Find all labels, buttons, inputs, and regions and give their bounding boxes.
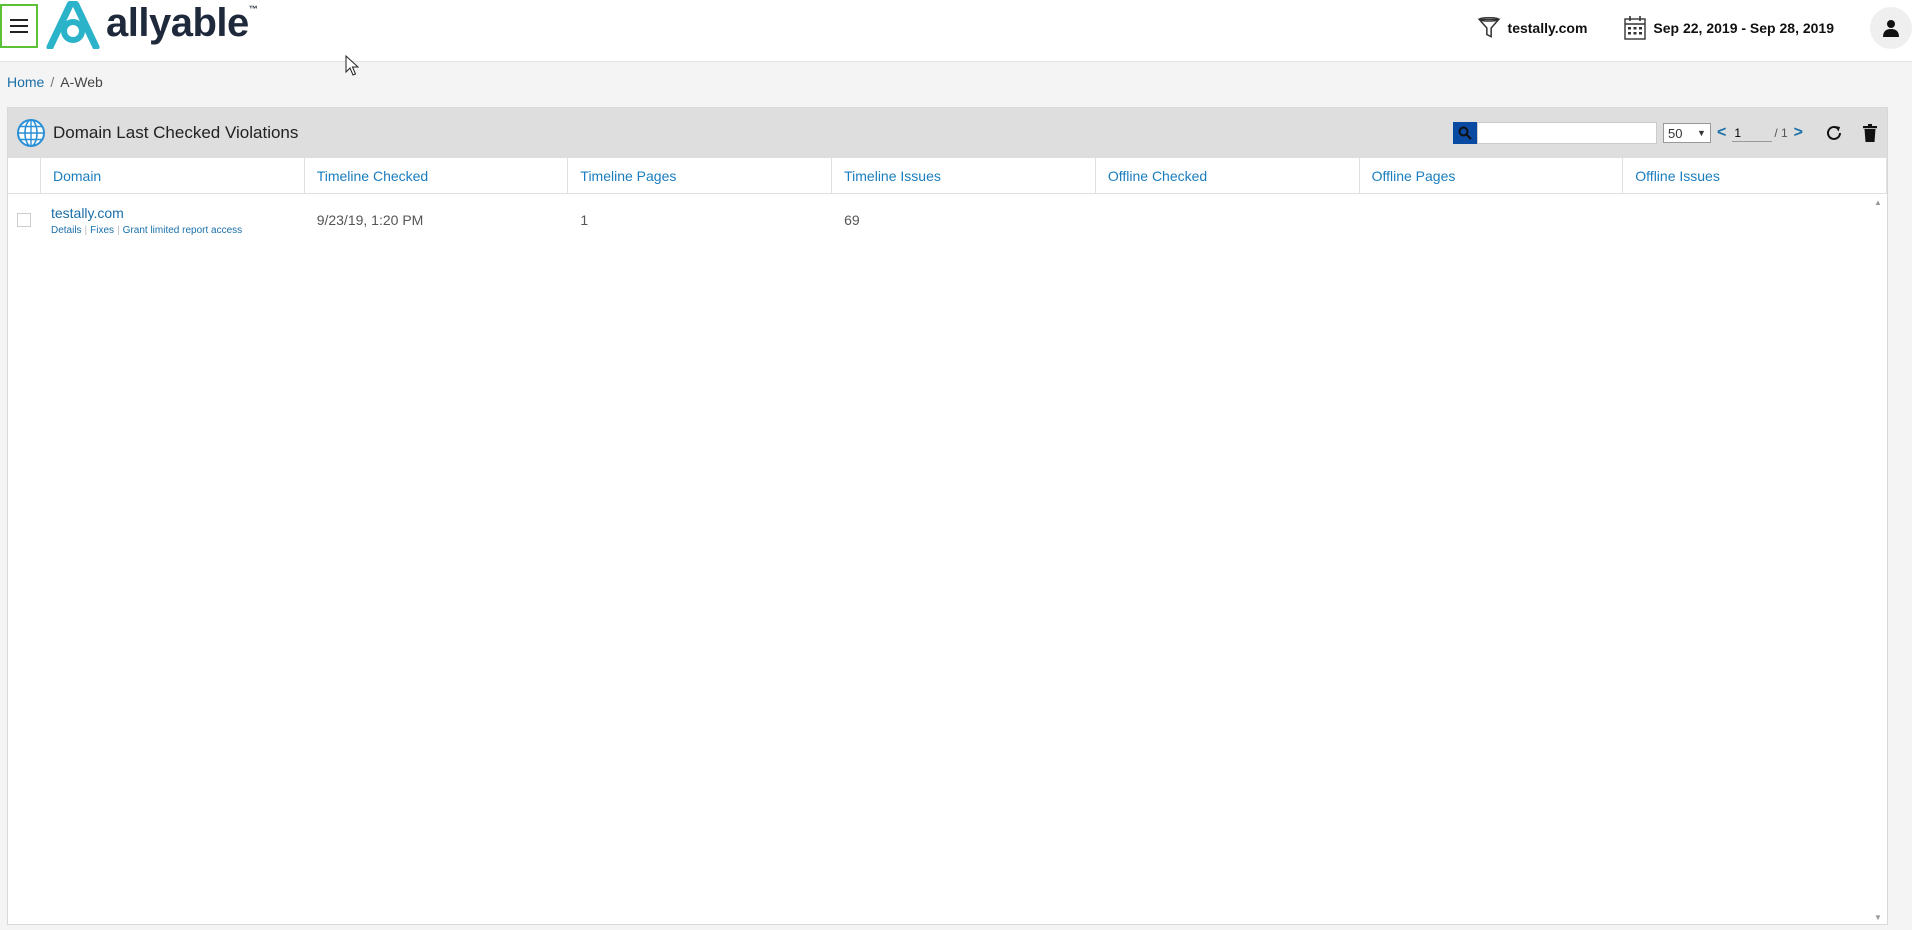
- vertical-scrollbar[interactable]: ▲ ▼: [1871, 194, 1887, 924]
- table-header-row: Domain Timeline Checked Timeline Pages T…: [8, 158, 1887, 194]
- column-header-timeline-issues[interactable]: Timeline Issues: [832, 158, 1096, 193]
- column-header-timeline-pages[interactable]: Timeline Pages: [568, 158, 833, 193]
- breadcrumb-current: A-Web: [60, 74, 103, 90]
- panel-title: Domain Last Checked Violations: [53, 123, 299, 142]
- top-header: allyable ™ testally.com Sep 22, 2019 - S…: [0, 0, 1912, 62]
- link-divider: |: [84, 224, 88, 236]
- chevron-down-icon: ▼: [1697, 128, 1706, 138]
- offline-pages-cell: [1360, 194, 1624, 246]
- select-column-header: [8, 158, 41, 193]
- row-select-cell: [8, 194, 41, 246]
- date-range-picker[interactable]: Sep 22, 2019 - Sep 28, 2019: [1623, 15, 1834, 41]
- date-range-label: Sep 22, 2019 - Sep 28, 2019: [1653, 20, 1834, 36]
- per-page-value: 50: [1667, 125, 1683, 141]
- domain-link[interactable]: testally.com: [51, 205, 124, 221]
- panel-toolbar: 50 ▼ < / 1 >: [1452, 121, 1887, 145]
- allyable-logo[interactable]: allyable ™: [44, 0, 258, 50]
- violations-panel: Domain Last Checked Violations 50 ▼ < / …: [7, 107, 1888, 925]
- funnel-icon: [1477, 16, 1500, 38]
- link-divider: |: [117, 224, 120, 236]
- scroll-down-arrow-icon[interactable]: ▼: [1874, 913, 1882, 922]
- refresh-icon: [1827, 125, 1841, 140]
- domain-filter[interactable]: testally.com: [1476, 15, 1588, 41]
- logo-text: allyable: [106, 1, 249, 45]
- table-row: testally.com Details | Fixes | Grant lim…: [8, 194, 1887, 246]
- column-header-offline-checked[interactable]: Offline Checked: [1096, 158, 1360, 193]
- page-number-input[interactable]: [1732, 124, 1773, 142]
- globe-icon: [17, 119, 45, 147]
- breadcrumb-separator: /: [50, 74, 55, 90]
- scroll-up-arrow-icon[interactable]: ▲: [1874, 198, 1882, 207]
- column-header-offline-issues[interactable]: Offline Issues: [1623, 158, 1887, 193]
- search-input[interactable]: [1476, 122, 1657, 144]
- details-link[interactable]: Details: [51, 225, 82, 236]
- hamburger-menu-button[interactable]: [0, 4, 38, 48]
- panel-header: Domain Last Checked Violations 50 ▼ < / …: [8, 108, 1887, 158]
- grant-access-link[interactable]: Grant limited report access: [123, 225, 243, 236]
- prev-page-button[interactable]: <: [1717, 124, 1726, 142]
- search-button[interactable]: [1452, 122, 1477, 144]
- offline-checked-cell: [1096, 194, 1360, 246]
- delete-button[interactable]: [1863, 124, 1877, 142]
- search-icon: [1458, 126, 1472, 140]
- timeline-checked-cell: 9/23/19, 1:20 PM: [316, 212, 424, 228]
- row-checkbox[interactable]: [17, 213, 32, 227]
- column-header-offline-pages[interactable]: Offline Pages: [1360, 158, 1624, 193]
- trash-icon: [1863, 124, 1877, 142]
- column-header-timeline-checked[interactable]: Timeline Checked: [305, 158, 569, 193]
- domain-filter-label: testally.com: [1507, 20, 1588, 36]
- header-right-controls: testally.com Sep 22, 2019 - Sep 28, 2019: [1476, 0, 1912, 56]
- column-header-domain[interactable]: Domain: [41, 158, 305, 193]
- calendar-icon: [1624, 16, 1647, 40]
- user-account-button[interactable]: [1870, 7, 1912, 49]
- user-icon: [1883, 20, 1899, 37]
- mouse-cursor-icon: [345, 55, 359, 76]
- logo-trademark: ™: [248, 4, 258, 14]
- domain-cell: testally.com Details | Fixes | Grant lim…: [41, 194, 305, 246]
- menu-icon-line: [10, 31, 28, 33]
- refresh-button[interactable]: [1825, 124, 1843, 142]
- offline-issues-cell: [1623, 194, 1887, 246]
- breadcrumb: Home / A-Web: [7, 74, 103, 90]
- menu-icon-line: [10, 25, 28, 27]
- logo-mark-icon: [46, 1, 100, 49]
- breadcrumb-home-link[interactable]: Home: [7, 74, 44, 90]
- row-action-links: Details | Fixes | Grant limited report a…: [51, 225, 242, 236]
- page-total: / 1: [1774, 126, 1788, 140]
- fixes-link[interactable]: Fixes: [90, 225, 114, 236]
- per-page-select[interactable]: 50 ▼: [1662, 123, 1711, 143]
- next-page-button[interactable]: >: [1794, 124, 1803, 142]
- menu-icon-line: [10, 19, 28, 21]
- timeline-pages-cell: 1: [580, 212, 589, 228]
- timeline-issues-cell: 69: [844, 212, 860, 228]
